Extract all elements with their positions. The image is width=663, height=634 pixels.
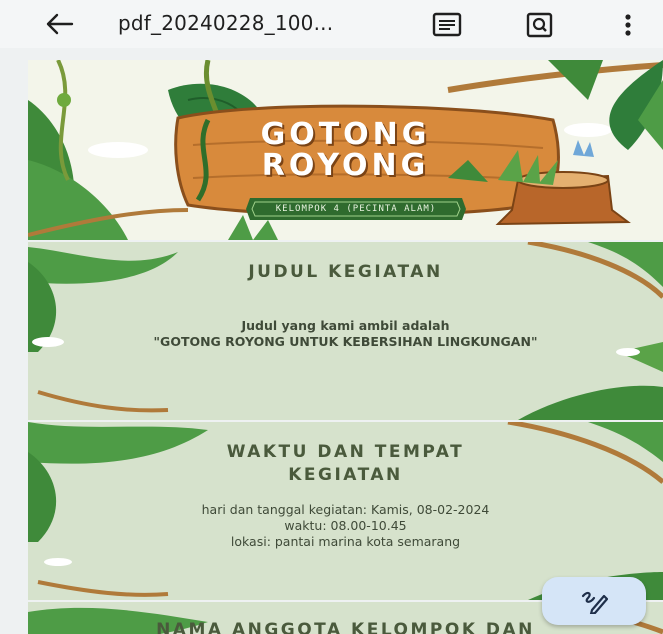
text-view-button[interactable] xyxy=(432,12,462,38)
document-title: pdf_20240228_100... xyxy=(118,11,334,35)
time-place-heading-line1: WAKTU DAN TEMPAT xyxy=(226,442,465,462)
search-in-document-button[interactable] xyxy=(526,12,554,38)
more-vertical-icon xyxy=(625,14,631,36)
top-app-bar: pdf_20240228_100... xyxy=(0,0,663,48)
arrow-back-icon xyxy=(46,13,74,35)
activity-title-heading: JUDUL KEGIATAN xyxy=(248,262,443,282)
time-place-time: waktu: 08.00-10.45 xyxy=(284,518,407,533)
group-label: KELOMPOK 4 (PECINTA ALAM) xyxy=(275,204,437,214)
time-place-location: lokasi: pantai marina kota semarang xyxy=(230,534,461,549)
cover-title-line1: GOTONG xyxy=(260,117,431,152)
pdf-viewer[interactable]: GOTONG ROYONG KELOMPOK 4 (PECINTA ALAM) … xyxy=(28,60,663,634)
pdf-page-cover: GOTONG ROYONG KELOMPOK 4 (PECINTA ALAM) xyxy=(28,60,663,240)
text-view-icon xyxy=(432,12,462,37)
annotate-button[interactable] xyxy=(542,577,646,625)
cover-title-line2: ROYONG xyxy=(261,148,430,183)
more-options-button[interactable] xyxy=(616,10,640,40)
back-button[interactable] xyxy=(42,10,76,38)
time-place-date: hari dan tanggal kegiatan: Kamis, 08-02-… xyxy=(201,502,490,517)
search-in-document-icon xyxy=(526,12,553,38)
activity-title-line2: "GOTONG ROYONG UNTUK KEBERSIHAN LINGKUNG… xyxy=(153,334,538,349)
pdf-page-activity-title: JUDUL KEGIATAN Judul yang kami ambil ada… xyxy=(28,242,663,420)
pdf-page-time-place: WAKTU DAN TEMPAT KEGIATAN hari dan tangg… xyxy=(28,422,663,600)
annotate-pen-icon xyxy=(581,591,608,614)
time-place-heading-line2: KEGIATAN xyxy=(288,465,403,485)
activity-title-line1: Judul yang kami ambil adalah xyxy=(241,318,450,333)
